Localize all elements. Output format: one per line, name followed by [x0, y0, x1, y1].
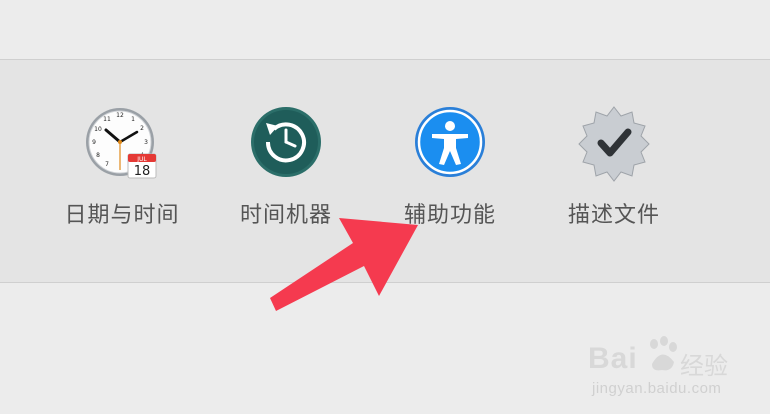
watermark-brand: Bai	[588, 342, 638, 375]
window-top-area	[0, 0, 770, 60]
svg-text:12: 12	[116, 112, 124, 119]
time-machine-icon	[246, 104, 326, 184]
watermark-url: jingyan.baidu.com	[592, 380, 722, 397]
svg-text:7: 7	[105, 161, 109, 168]
paw-logo-icon	[650, 336, 677, 371]
preference-pane-row: 1212 347 8910 11 JUL 18 日期与时间	[0, 60, 770, 283]
accessibility-icon	[410, 104, 490, 184]
baidu-jingyan-watermark: Bai 经验 jingyan.baidu.com	[588, 330, 758, 410]
pref-accessibility[interactable]: 辅助功能	[380, 104, 520, 234]
svg-text:2: 2	[140, 125, 144, 132]
pref-label-date-time: 日期与时间	[64, 203, 180, 228]
pref-label-accessibility: 辅助功能	[403, 203, 496, 228]
pref-label-profiles: 描述文件	[567, 203, 660, 228]
pref-label-time-machine: 时间机器	[239, 203, 332, 228]
svg-text:1: 1	[131, 116, 135, 123]
watermark-brand-cn: 经验	[680, 353, 728, 380]
pref-profiles[interactable]: 描述文件	[544, 104, 684, 234]
profiles-badge-checkmark-icon	[574, 104, 654, 184]
svg-text:3: 3	[144, 139, 148, 146]
date-time-clock-icon: 1212 347 8910 11 JUL 18	[82, 104, 162, 184]
svg-text:9: 9	[92, 139, 96, 146]
calendar-day: 18	[134, 164, 151, 179]
svg-text:11: 11	[103, 116, 111, 123]
svg-text:10: 10	[94, 126, 102, 133]
calendar-month: JUL	[136, 156, 147, 163]
pref-date-time[interactable]: 1212 347 8910 11 JUL 18 日期与时间	[52, 104, 192, 234]
pref-time-machine[interactable]: 时间机器	[216, 104, 356, 234]
svg-text:8: 8	[96, 152, 100, 159]
